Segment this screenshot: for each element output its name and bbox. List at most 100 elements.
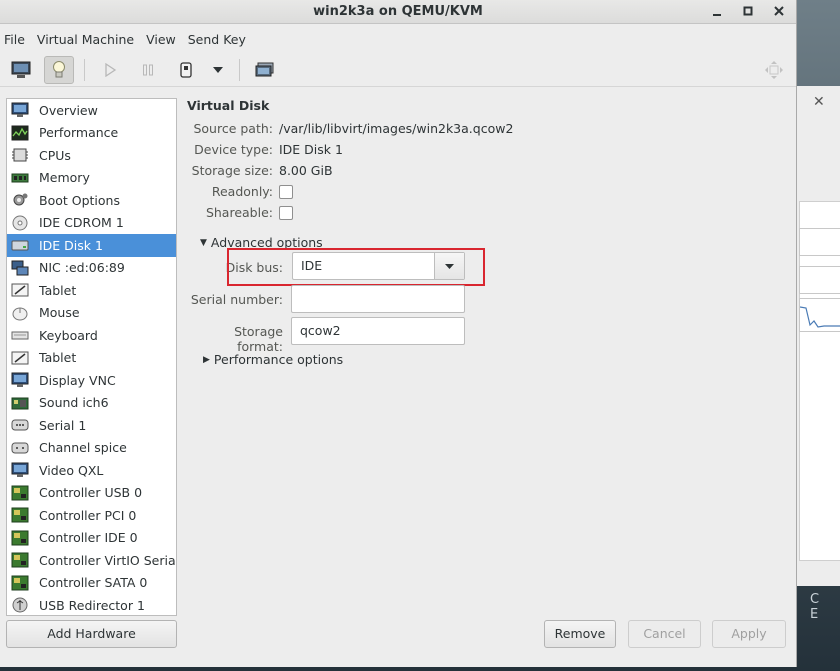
device-type-row: Device type: IDE Disk 1	[187, 142, 687, 158]
sidebar-item[interactable]: Sound ich6	[7, 392, 176, 415]
gear-icon	[10, 191, 30, 209]
sidebar-item-label: Mouse	[39, 305, 80, 321]
run-button[interactable]	[95, 56, 125, 84]
sidebar-item[interactable]: Controller PCI 0	[7, 504, 176, 527]
add-hardware-button[interactable]: Add Hardware	[6, 620, 177, 648]
sidebar-item[interactable]: Overview	[7, 99, 176, 122]
minimize-icon[interactable]	[710, 0, 724, 24]
remove-button[interactable]: Remove	[544, 620, 616, 648]
source-path-row: Source path: /var/lib/libvirt/images/win…	[187, 121, 687, 137]
shutdown-menu-button[interactable]	[209, 56, 227, 84]
background-field	[799, 266, 840, 294]
background-close-icon[interactable]: ✕	[813, 94, 825, 110]
sidebar-item-label: NIC :ed:06:89	[39, 260, 125, 276]
sidebar-item-label: Serial 1	[39, 417, 87, 433]
sidebar-item-label: Controller USB 0	[39, 485, 143, 501]
sidebar-item[interactable]: Tablet	[7, 279, 176, 302]
sidebar-item[interactable]: IDE Disk 1	[7, 234, 176, 257]
sidebar-item[interactable]: Performance	[7, 122, 176, 145]
menu-bar: File Virtual Machine View Send Key	[0, 24, 796, 54]
menu-view[interactable]: View	[144, 32, 183, 47]
sidebar-item[interactable]: Mouse	[7, 302, 176, 325]
toolbar	[0, 54, 796, 87]
sidebar-item[interactable]: Controller USB 0	[7, 482, 176, 505]
sidebar-item-label: CPUs	[39, 147, 71, 163]
performance-options-label: Performance options	[213, 352, 344, 367]
sidebar-item-label: Controller PCI 0	[39, 507, 137, 523]
sidebar-item[interactable]: Tablet	[7, 347, 176, 370]
usb-icon	[10, 596, 30, 614]
details-button[interactable]	[44, 56, 74, 84]
sidebar-item[interactable]: NIC :ed:06:89	[7, 257, 176, 280]
sidebar-item[interactable]: Channel spice	[7, 437, 176, 460]
sidebar-item-label: Tablet	[39, 282, 77, 298]
source-path-label: Source path:	[193, 121, 273, 136]
sidebar-item[interactable]: Video QXL	[7, 459, 176, 482]
maximize-icon[interactable]	[741, 0, 755, 24]
cpu-icon	[10, 146, 30, 164]
power-icon	[180, 62, 192, 78]
hardware-list[interactable]: Overview Performance CPUs Memory Boot Option…	[6, 98, 177, 616]
lightbulb-icon	[53, 61, 65, 78]
storage-format-label: Storage format:	[234, 324, 283, 354]
sidebar-item[interactable]: Controller IDE 0	[7, 527, 176, 550]
fullscreen-button[interactable]	[764, 60, 784, 83]
background-corner-text: C E	[810, 592, 825, 622]
mouse-icon	[10, 304, 30, 322]
sidebar-item[interactable]: Display VNC	[7, 369, 176, 392]
keyboard-icon	[10, 326, 30, 344]
snapshots-button[interactable]	[250, 56, 280, 84]
storage-size-label: Storage size:	[191, 163, 273, 178]
serial-number-input[interactable]	[291, 285, 465, 313]
sidebar-item[interactable]: Memory	[7, 167, 176, 190]
console-button[interactable]	[6, 56, 36, 84]
sidebar-item[interactable]: USB Redirector 1	[7, 594, 176, 615]
controller-icon	[10, 529, 30, 547]
performance-options-expander[interactable]: ▶ Performance options	[203, 352, 343, 367]
shutdown-button[interactable]	[171, 56, 201, 84]
sound-icon	[10, 394, 30, 412]
sidebar-item-label: Tablet	[39, 350, 77, 366]
cdrom-icon	[10, 214, 30, 232]
readonly-checkbox[interactable]	[279, 185, 293, 202]
shareable-label: Shareable:	[205, 205, 273, 220]
cancel-button[interactable]: Cancel	[628, 620, 701, 648]
storage-size-row: Storage size: 8.00 GiB	[187, 163, 687, 179]
source-path-value: /var/lib/libvirt/images/win2k3a.qcow2	[279, 121, 514, 136]
sidebar-item[interactable]: IDE CDROM 1	[7, 212, 176, 235]
menu-virtual-machine[interactable]: Virtual Machine	[35, 32, 141, 47]
sidebar-item[interactable]: CPUs	[7, 144, 176, 167]
sidebar-item-label: Overview	[39, 102, 98, 118]
serial-number-label: Serial number:	[190, 292, 283, 307]
menu-file[interactable]: File	[2, 32, 32, 47]
sidebar-item-label: Video QXL	[39, 462, 104, 478]
monitor-icon	[10, 101, 30, 119]
sidebar-item[interactable]: Serial 1	[7, 414, 176, 437]
apply-button[interactable]: Apply	[712, 620, 786, 648]
sidebar-item-label: IDE CDROM 1	[39, 215, 124, 231]
chart-icon	[10, 124, 30, 142]
sidebar-item[interactable]: Keyboard	[7, 324, 176, 347]
menu-send-key[interactable]: Send Key	[186, 32, 253, 47]
readonly-label: Readonly:	[211, 184, 273, 199]
sidebar-item[interactable]: Controller SATA 0	[7, 572, 176, 595]
background-window: ✕	[790, 86, 840, 586]
controller-icon	[10, 506, 30, 524]
details-pane: Virtual Disk Source path: /var/lib/libvi…	[187, 98, 787, 618]
vm-details-window: win2k3a on QEMU/KVM File Virtual Machine…	[0, 0, 797, 667]
sidebar-item[interactable]: Boot Options	[7, 189, 176, 212]
screenshot-icon	[255, 62, 274, 77]
shareable-checkbox[interactable]	[279, 206, 293, 223]
background-field	[799, 228, 840, 256]
expanded-arrow-icon: ▼	[200, 237, 207, 248]
display-icon	[10, 371, 30, 389]
storage-format-input[interactable]: qcow2	[291, 317, 465, 345]
sidebar-item-label: Sound ich6	[39, 395, 109, 411]
fullscreen-icon	[765, 61, 783, 79]
sidebar-item[interactable]: Controller VirtIO Serial 0	[7, 549, 176, 572]
dropdown-arrow-icon	[213, 67, 223, 73]
close-icon[interactable]	[772, 0, 786, 24]
controller-icon	[10, 574, 30, 592]
pause-button[interactable]	[133, 56, 163, 84]
video-icon	[10, 461, 30, 479]
